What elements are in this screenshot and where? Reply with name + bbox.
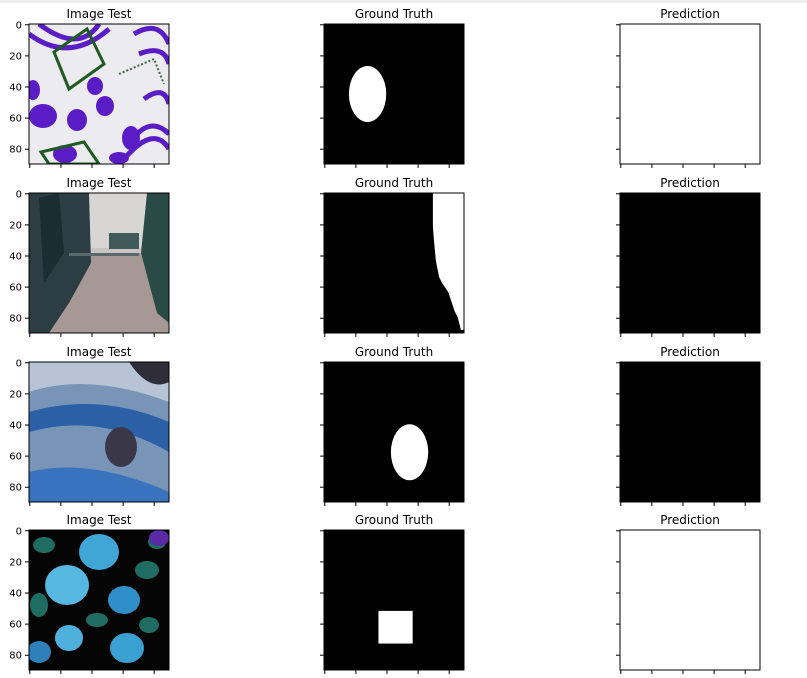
subplot-image — [620, 193, 760, 333]
y-tick-label: 80 — [9, 314, 22, 325]
subplot-image — [29, 193, 169, 333]
mask-ellipse — [348, 66, 387, 122]
photo-flower-purple — [149, 530, 169, 546]
subplot-r3-c2: Ground Truth — [320, 345, 465, 506]
y-tick-label: 80 — [9, 483, 22, 494]
photo-blob — [67, 109, 87, 131]
subplot-r4-c2: Ground Truth — [320, 513, 465, 674]
mask-background — [620, 530, 760, 670]
photo-blob — [29, 80, 40, 100]
photo-shadow — [105, 427, 137, 467]
subplot-image — [620, 530, 760, 670]
subplot-r2-c3: Prediction — [616, 176, 761, 337]
y-tick-label: 40 — [9, 421, 22, 432]
y-tick-label: 20 — [9, 51, 22, 62]
subplot-image — [324, 193, 464, 333]
subplot-title: Image Test — [66, 176, 131, 190]
y-tick-label: 80 — [9, 145, 22, 156]
subplot-image — [29, 24, 169, 164]
photo-shore — [69, 253, 139, 256]
y-tick-label: 20 — [9, 220, 22, 231]
subplot-title: Prediction — [660, 176, 720, 190]
y-tick-label: 80 — [9, 651, 22, 662]
y-tick-label: 40 — [9, 252, 22, 263]
photo-leaf — [86, 613, 108, 627]
photo-flower — [110, 633, 144, 663]
subplot-title: Image Test — [66, 7, 131, 21]
photo-leaf — [33, 537, 55, 553]
subplot-title: Prediction — [660, 345, 720, 359]
subplot-title: Ground Truth — [355, 176, 433, 190]
mask-ellipse — [390, 424, 429, 481]
y-tick-label: 0 — [16, 358, 22, 369]
figure: Image Test 0 20 40 60 80 Ground Truth Predictio… — [9, 7, 761, 674]
subplot-r2-c2: Ground Truth — [320, 176, 465, 337]
subplot-r4-c1: Image Test 0 20 40 60 80 — [9, 513, 170, 674]
photo-leaf — [30, 593, 48, 617]
subplot-title: Image Test — [66, 513, 131, 527]
subplot-r2-c1: Image Test 0 20 40 60 80 — [9, 176, 170, 337]
mask-background — [324, 530, 464, 670]
photo-flower — [45, 565, 89, 605]
subplot-r3-c1: Image Test 0 20 40 60 80 — [9, 345, 170, 506]
photo-leaf — [139, 617, 159, 633]
y-tick-label: 60 — [9, 452, 22, 463]
subplot-image — [324, 24, 464, 164]
y-tick-label: 0 — [16, 20, 22, 31]
photo-flower — [108, 586, 140, 614]
mask-background — [620, 24, 760, 164]
subplot-image — [324, 530, 464, 670]
y-tick-label: 20 — [9, 557, 22, 568]
subplot-r3-c3: Prediction — [616, 345, 761, 506]
y-tick-label: 60 — [9, 283, 22, 294]
y-tick-label: 0 — [16, 189, 22, 200]
y-tick-label: 20 — [9, 389, 22, 400]
photo-leaf — [135, 561, 159, 579]
photo-blob — [29, 104, 57, 128]
photo-blob — [87, 77, 103, 95]
subplot-r4-c3: Prediction — [616, 513, 761, 674]
subplot-image — [29, 362, 169, 502]
subplot-image — [324, 362, 464, 502]
y-tick-label: 60 — [9, 620, 22, 631]
y-tick-label: 40 — [9, 589, 22, 600]
photo-blob — [96, 96, 114, 116]
subplot-title: Prediction — [660, 7, 720, 21]
subplot-image — [620, 362, 760, 502]
photo-flower — [55, 625, 83, 651]
subplot-title: Prediction — [660, 513, 720, 527]
photo-flower — [29, 641, 51, 663]
photo-trees-far — [109, 233, 139, 249]
subplot-title: Image Test — [66, 345, 131, 359]
subplot-image — [29, 530, 169, 670]
subplot-title: Ground Truth — [355, 513, 433, 527]
photo-flower — [79, 534, 119, 570]
subplot-title: Ground Truth — [355, 345, 433, 359]
y-tick-label: 40 — [9, 83, 22, 94]
subplot-r1-c3: Prediction — [616, 7, 761, 168]
subplot-image — [620, 24, 760, 164]
subplot-r1-c2: Ground Truth — [320, 7, 465, 168]
y-tick-label: 60 — [9, 114, 22, 125]
mask-background — [324, 362, 464, 502]
mask-background — [324, 24, 464, 164]
subplot-r1-c1: Image Test 0 20 40 60 80 — [9, 7, 170, 168]
mask-rect — [378, 610, 413, 644]
mask-background — [620, 193, 760, 333]
y-tick-label: 0 — [16, 526, 22, 537]
subplot-title: Ground Truth — [355, 7, 433, 21]
mask-background — [620, 362, 760, 502]
